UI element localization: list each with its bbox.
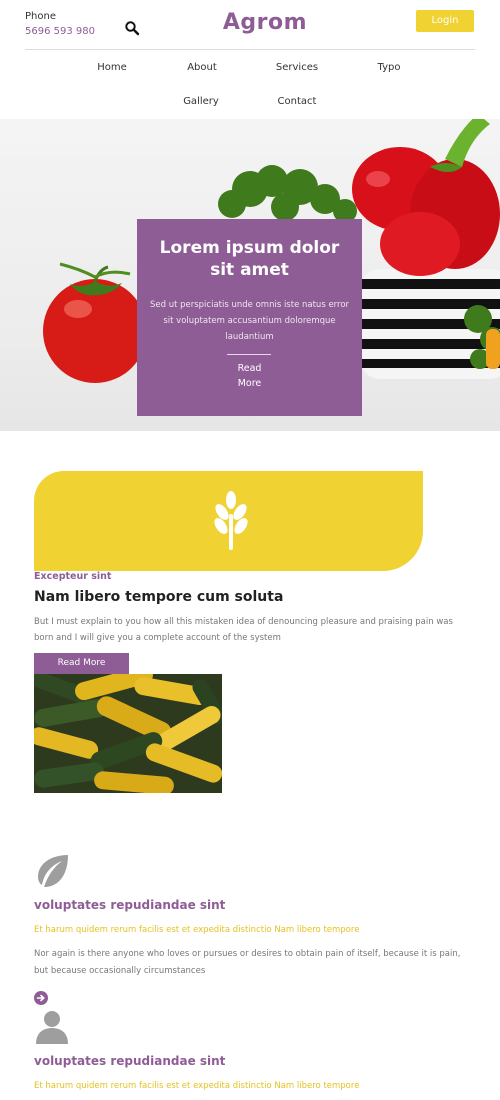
header-divider: [25, 49, 475, 50]
hero-read-more-link[interactable]: Read More: [230, 361, 270, 391]
feature-1-subtitle: Et harum quidem rerum facilis est et exp…: [34, 925, 360, 935]
intro-kicker: Excepteur sint: [34, 571, 112, 582]
nav-services[interactable]: Services: [262, 62, 332, 73]
nav-gallery[interactable]: Gallery: [166, 96, 236, 107]
wheat-icon: [214, 491, 248, 550]
site-logo[interactable]: Agrom: [195, 10, 335, 35]
nav-typo[interactable]: Typo: [354, 62, 424, 73]
intro-title: Nam libero tempore cum soluta: [34, 589, 284, 605]
nav-contact[interactable]: Contact: [262, 96, 332, 107]
leaf-icon: [38, 855, 68, 887]
read-more-button[interactable]: Read More: [34, 653, 129, 674]
search-icon[interactable]: [124, 20, 140, 36]
hero-title: Lorem ipsum dolor sit amet: [159, 238, 340, 280]
intro-text: But I must explain to you how all this m…: [34, 617, 453, 643]
user-icon: [36, 1011, 68, 1044]
hero-text: Sed ut perspiciatis unde omnis iste natu…: [149, 300, 350, 342]
hero-card: Lorem ipsum dolor sit amet Sed ut perspi…: [137, 219, 362, 416]
phone-number: 5696 593 980: [25, 26, 95, 37]
feature-2-subtitle: Et harum quidem rerum facilis est et exp…: [34, 1081, 360, 1091]
phone-label: Phone: [25, 11, 56, 22]
login-button[interactable]: Login: [416, 10, 474, 32]
hero-divider: [227, 354, 271, 355]
zucchini-image: [34, 674, 222, 793]
feature-2-title: voluptates repudiandae sint: [34, 1054, 226, 1068]
feature-1-text: Nor again is there anyone who loves or p…: [34, 949, 461, 976]
nav-home[interactable]: Home: [77, 62, 147, 73]
nav-about[interactable]: About: [167, 62, 237, 73]
feature-1-title: voluptates repudiandae sint: [34, 898, 226, 912]
arrow-right-icon[interactable]: [34, 991, 48, 1005]
